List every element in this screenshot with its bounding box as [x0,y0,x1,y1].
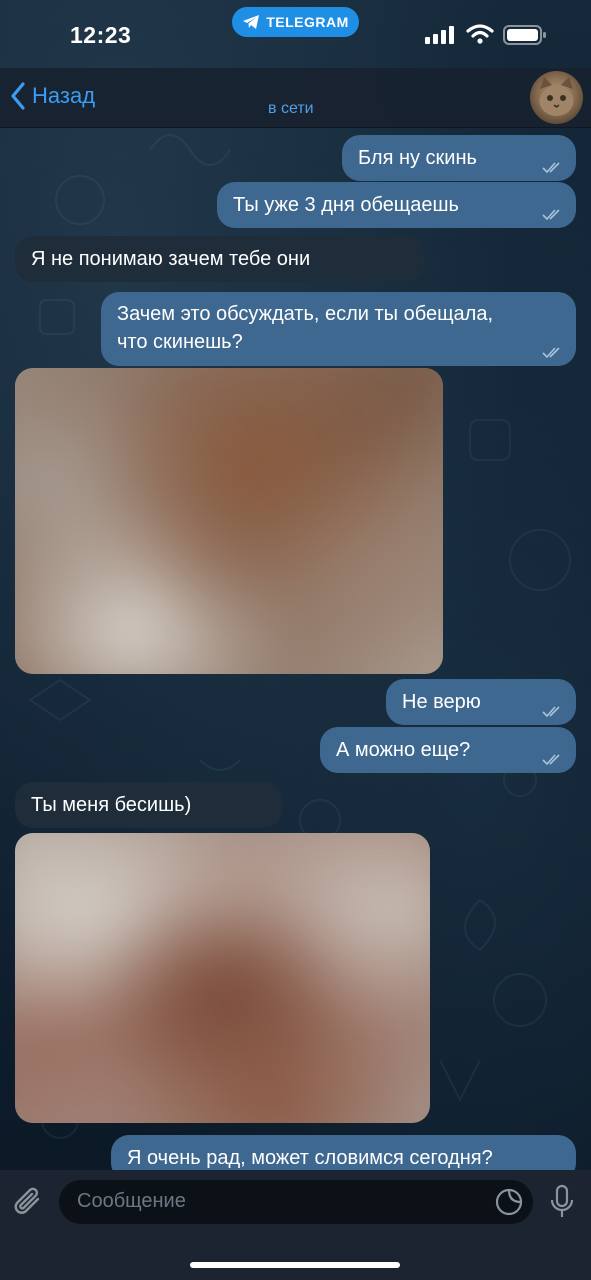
message-text: Ты уже 3 дня обещаешь [233,194,459,216]
battery-icon [503,25,546,45]
telegram-icon [243,15,260,29]
blurred-image [15,368,443,674]
status-time: 12:23 [70,22,132,48]
read-checkmarks-icon [542,754,560,766]
read-checkmarks-icon [542,347,560,359]
message-incoming[interactable]: Ты меня бесишь) [15,782,282,828]
contact-avatar[interactable] [530,71,583,124]
telegram-pill[interactable]: TELEGRAM [232,7,359,37]
message-text: А можно еще? [336,739,471,761]
message-text: Зачем это обсуждать, если ты обещала, [117,303,494,325]
message-outgoing[interactable]: Ты уже 3 дня обещаешь [217,182,576,228]
message-input[interactable]: Сообщение [59,1180,533,1224]
photo-message-blurred[interactable] [15,368,443,674]
message-input-placeholder: Сообщение [77,1190,186,1212]
read-checkmarks-icon [542,162,560,174]
message-outgoing[interactable]: А можно еще? [320,727,576,773]
message-text: что скинешь? [117,331,243,353]
message-outgoing[interactable]: Зачем это обсуждать, если ты обещала, чт… [101,292,576,366]
wifi-icon [466,24,494,44]
cat-avatar-icon [539,77,574,116]
message-text: Бля ну скинь [358,147,477,169]
chat-header: Назад в сети [0,68,591,128]
chevron-left-icon [11,82,25,110]
telegram-pill-label: TELEGRAM [266,14,349,30]
message-outgoing[interactable]: Не верю [386,679,576,725]
back-button-label: Назад [32,83,96,108]
online-status: в сети [268,100,314,117]
paperclip-icon[interactable] [12,1184,46,1220]
back-button[interactable]: Назад [10,80,95,112]
message-text: Я очень рад, может словимся сегодня? [127,1147,493,1169]
status-bar: 12:23 TELEGRAM [0,0,591,68]
photo-message-blurred[interactable] [15,833,430,1123]
message-text: Ты меня бесишь) [31,794,192,816]
home-indicator [190,1262,400,1268]
message-outgoing[interactable]: Бля ну скинь [342,135,576,181]
microphone-icon[interactable] [549,1184,575,1220]
blurred-image [15,833,430,1123]
read-checkmarks-icon [542,706,560,718]
message-incoming[interactable]: Я не понимаю зачем тебе они [15,236,424,282]
cellular-signal-icon [425,26,454,44]
message-text: Я не понимаю зачем тебе они [31,248,311,270]
message-input-bar: Сообщение [0,1170,591,1280]
sticker-icon[interactable] [494,1187,524,1217]
message-text: Не верю [402,691,481,713]
read-checkmarks-icon [542,209,560,221]
